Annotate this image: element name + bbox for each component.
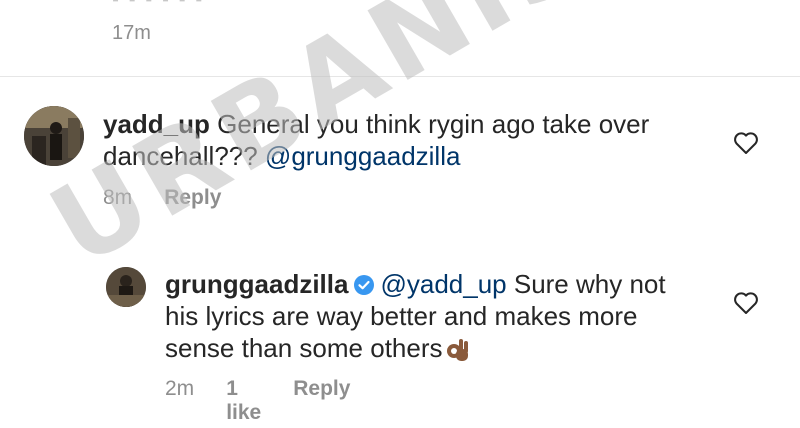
reply-body-line1: Sure why not [506,269,666,299]
comment-username[interactable]: yadd_up [103,109,210,139]
comment-text: yadd_up General you think rygin ago take… [103,108,703,172]
comment-time: 8m [103,186,133,209]
reply-mention[interactable]: @yadd_up [380,269,506,299]
avatar[interactable] [106,267,146,307]
comment-meta: 8m Reply [103,186,221,210]
reply-time: 2m [165,377,195,400]
reply-button[interactable]: Reply [164,186,221,210]
reply-username[interactable]: grunggaadzilla [165,269,348,299]
heart-icon[interactable] [733,131,759,155]
ok-hand-emoji-icon [446,339,468,361]
comment-body-line2: dancehall??? [103,141,265,171]
reply-text: grunggaadzilla @yadd_up Sure why not his … [165,268,725,364]
divider [0,76,800,77]
avatar[interactable] [24,106,84,166]
comment-body-line1: General you think rygin ago take over [209,109,650,139]
reply-button[interactable]: Reply [293,377,350,425]
heart-icon[interactable] [733,291,759,315]
verified-badge-icon [354,275,375,295]
previous-comment-time: 17m [112,22,151,44]
previous-comment-remnant: ▪ ▪ ▪ ▪ ▪ ▪ [112,0,204,11]
reply-body-line3: sense than some others [165,333,443,363]
reply-body-line2: his lyrics are way better and makes more [165,301,638,331]
likes-count[interactable]: 1 like [226,377,261,425]
comment-mention[interactable]: @grunggaadzilla [265,141,461,171]
reply-meta: 2m 1 like Reply [165,377,350,425]
